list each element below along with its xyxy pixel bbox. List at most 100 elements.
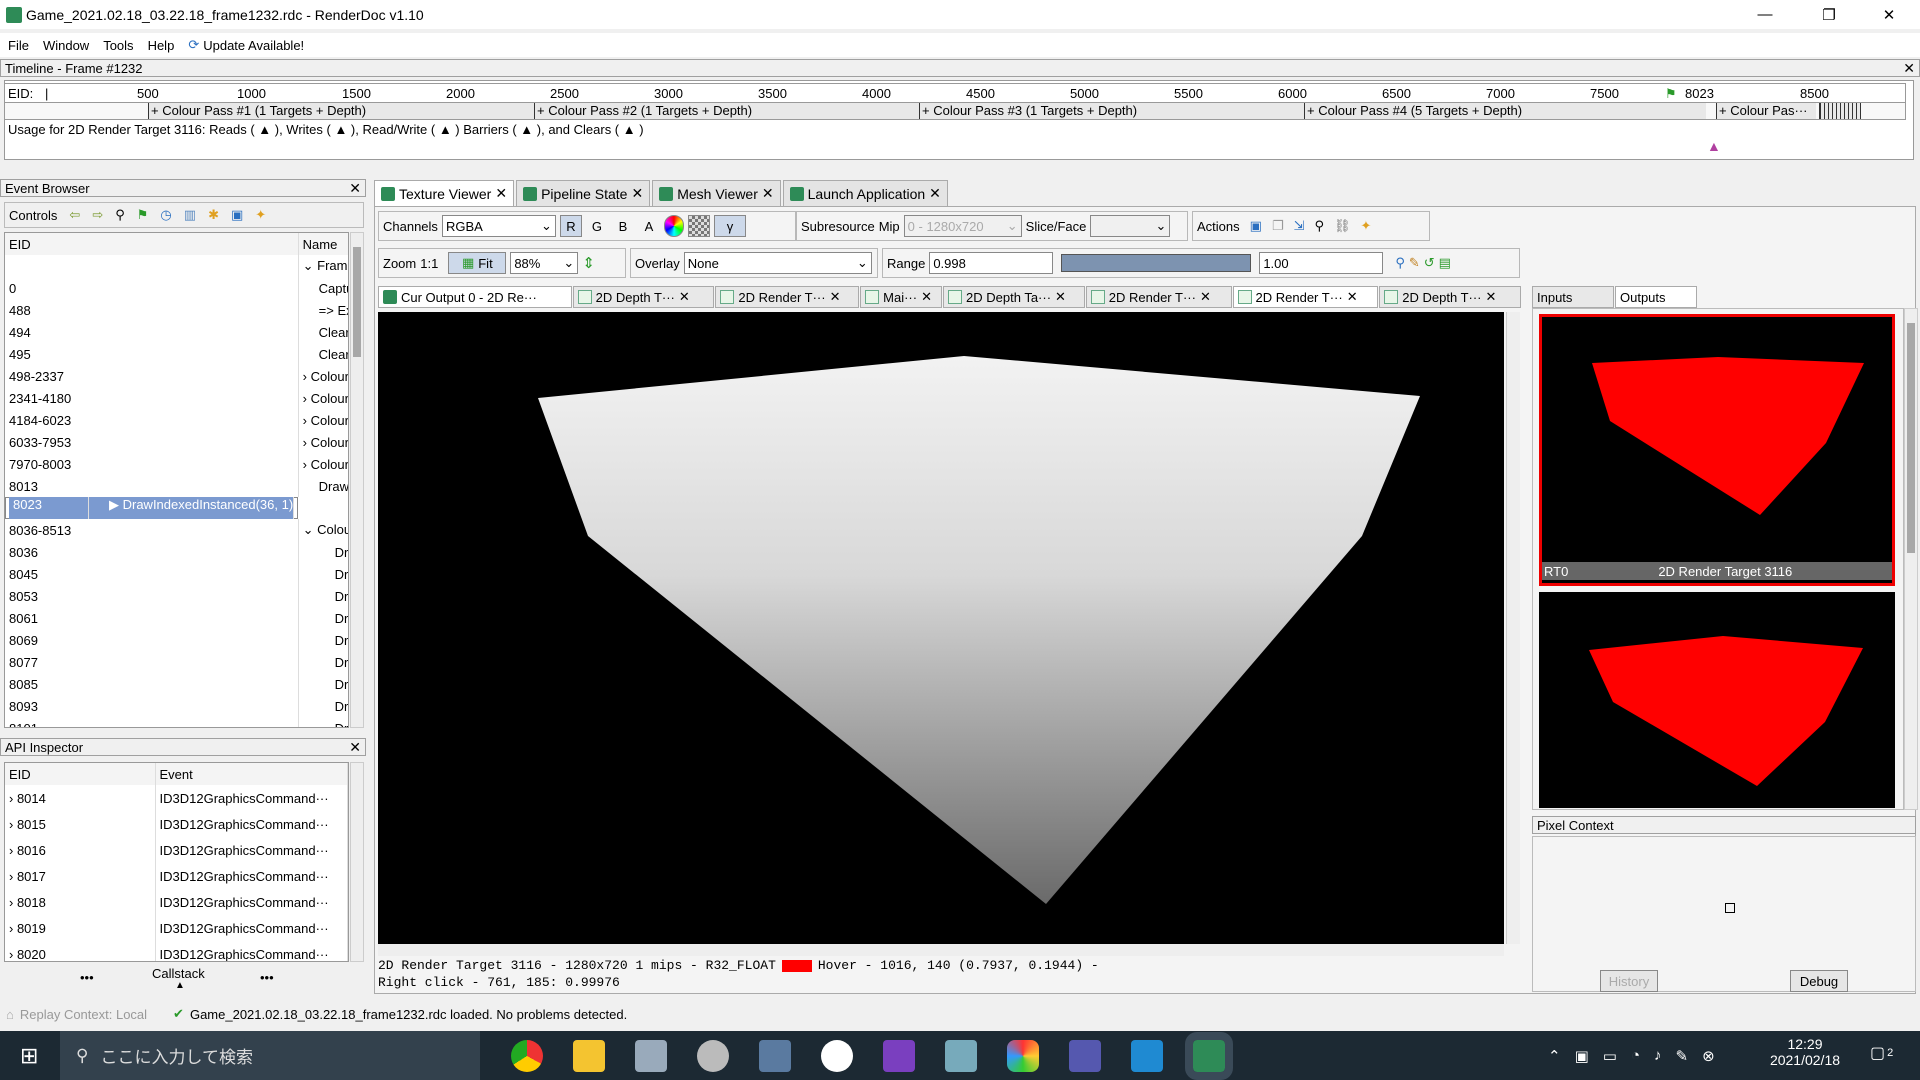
debug-button[interactable]: Debug bbox=[1790, 970, 1848, 992]
api-inspector-list[interactable]: EID Event › 8014 ID3D12GraphicsCommand··· ›… bbox=[4, 762, 349, 962]
api-row[interactable]: › 8019 ID3D12GraphicsCommand··· bbox=[5, 915, 348, 941]
teams-icon[interactable] bbox=[1069, 1039, 1101, 1072]
canvas-vscrollbar[interactable] bbox=[1506, 312, 1520, 944]
photos-icon[interactable] bbox=[635, 1039, 667, 1072]
event-row[interactable]: 8077DrawIndexedInstanced(4, 15) bbox=[5, 651, 348, 673]
channels-select[interactable]: RGBA ⌄ bbox=[441, 215, 556, 237]
api-row[interactable]: › 8020 ID3D12GraphicsCommand··· bbox=[5, 941, 348, 962]
api-inspector-close-icon[interactable]: ✕ bbox=[349, 739, 361, 756]
api-scrollbar[interactable] bbox=[350, 762, 364, 962]
subtab-main[interactable]: Mai··· ✕ bbox=[860, 286, 943, 308]
callstack-label[interactable]: Callstack bbox=[152, 966, 205, 981]
back-arrow-icon[interactable]: ⇦ bbox=[69, 207, 80, 223]
tab-close-icon[interactable]: ✕ bbox=[929, 185, 941, 202]
checkerboard-icon[interactable] bbox=[687, 215, 710, 237]
event-row[interactable]: 494ClearRenderTargetView(0.500000,··· bbox=[5, 321, 348, 343]
subtab-close-icon[interactable]: ✕ bbox=[1486, 289, 1497, 305]
chrome-icon[interactable] bbox=[511, 1039, 543, 1072]
event-row[interactable]: 6033-7953› Colour Pass #4 (5 Targets + D… bbox=[5, 431, 348, 453]
zoom-range-icon[interactable]: ⚲ bbox=[1395, 255, 1405, 271]
expand-chevron-icon[interactable]: › bbox=[9, 895, 17, 910]
timeline-pass[interactable]: + Colour Pas··· bbox=[1716, 103, 1816, 119]
expand-chevron-icon[interactable]: › bbox=[9, 947, 17, 962]
tab-inputs[interactable]: Inputs bbox=[1532, 286, 1614, 308]
api-row[interactable]: › 8014 ID3D12GraphicsCommand··· bbox=[5, 785, 348, 811]
subtab-depth[interactable]: 2D Depth T··· ✕ bbox=[572, 286, 715, 308]
unreal-icon[interactable] bbox=[821, 1039, 853, 1072]
dots-right[interactable]: ••• bbox=[260, 970, 274, 985]
tab-close-icon[interactable]: ✕ bbox=[762, 185, 774, 202]
event-row[interactable]: 8061DrawIndexedInstanced(4, 20) bbox=[5, 607, 348, 629]
range-histogram-slider[interactable] bbox=[1061, 254, 1252, 272]
dots-left[interactable]: ••• bbox=[80, 970, 94, 985]
event-tree[interactable]: EIDName ⌄ Frame #12320Capture Start488=>… bbox=[4, 232, 349, 728]
mip-select[interactable]: 0 - 1280x720 ⌄ bbox=[903, 215, 1022, 237]
subtab-close-icon[interactable]: ✕ bbox=[1055, 289, 1066, 305]
reset-range-icon[interactable]: ↺ bbox=[1424, 255, 1435, 271]
zoom-ratio[interactable]: 1:1 bbox=[420, 256, 438, 271]
color-wheel-icon[interactable] bbox=[663, 215, 684, 237]
clock[interactable]: 12:29 2021/02/18 bbox=[1760, 1036, 1850, 1068]
notes-icon[interactable] bbox=[945, 1039, 977, 1072]
subtab-close-icon[interactable]: ✕ bbox=[830, 289, 841, 305]
subtab-depth[interactable]: 2D Depth Ta··· ✕ bbox=[943, 286, 1085, 308]
timeline-close-icon[interactable]: ✕ bbox=[1903, 60, 1915, 77]
event-browser-close-icon[interactable]: ✕ bbox=[349, 180, 361, 197]
subtab-close-icon[interactable]: ✕ bbox=[1347, 289, 1358, 305]
channel-a-toggle[interactable]: A bbox=[638, 215, 660, 237]
scrollbar-thumb[interactable] bbox=[353, 247, 361, 357]
menu-file[interactable]: File bbox=[8, 38, 29, 53]
menu-tools[interactable]: Tools bbox=[103, 38, 133, 53]
histogram-icon[interactable]: ▤ bbox=[1439, 255, 1451, 271]
calculator-icon[interactable] bbox=[759, 1039, 791, 1072]
event-row[interactable]: 498-2337› Colour Pass #1 (1 Targets + De… bbox=[5, 365, 348, 387]
network-icon[interactable]: ◔ bbox=[1631, 1047, 1640, 1064]
event-row[interactable]: 0Capture Start bbox=[5, 277, 348, 299]
event-row[interactable]: 8023 ▶ DrawIndexedInstanced(36, 1) bbox=[5, 497, 299, 519]
forward-arrow-icon[interactable]: ⇨ bbox=[92, 207, 103, 223]
tray-chevron-up-icon[interactable]: ⌃ bbox=[1548, 1047, 1561, 1065]
subtab-cur-output[interactable]: Cur Output 0 - 2D Re··· bbox=[378, 286, 572, 308]
tab-close-icon[interactable]: ✕ bbox=[631, 185, 643, 202]
link-icon[interactable]: ⛓ bbox=[1334, 218, 1351, 234]
expand-chevron-icon[interactable]: › bbox=[9, 843, 17, 858]
api-row[interactable]: › 8018 ID3D12GraphicsCommand··· bbox=[5, 889, 348, 915]
event-row[interactable]: 495ClearDepthStencilView(1.000000, 0) bbox=[5, 343, 348, 365]
fit-button[interactable]: ▦ Fit bbox=[448, 252, 507, 274]
disc-icon[interactable] bbox=[697, 1039, 729, 1072]
menu-update[interactable]: Update Available! bbox=[203, 38, 304, 53]
expand-chevron-icon[interactable]: › bbox=[9, 921, 17, 936]
event-row[interactable]: 8069DrawIndexedInstanced(4, 19) bbox=[5, 629, 348, 651]
gamma-toggle[interactable]: γ bbox=[713, 215, 746, 237]
restore-button[interactable]: ❐ bbox=[1806, 0, 1852, 29]
volume-icon[interactable]: ♪ bbox=[1654, 1047, 1662, 1064]
history-button[interactable]: History bbox=[1600, 970, 1658, 992]
flag-icon[interactable]: ⚑ bbox=[137, 207, 149, 223]
visual-studio-icon[interactable] bbox=[883, 1039, 915, 1072]
col-event[interactable]: Event bbox=[155, 763, 348, 785]
clock-icon[interactable]: ◷ bbox=[160, 207, 171, 223]
subtab-close-icon[interactable]: ✕ bbox=[1200, 289, 1211, 305]
notification-center[interactable]: ▢ 2 bbox=[1870, 1043, 1893, 1063]
tab-close-icon[interactable]: ✕ bbox=[495, 185, 507, 202]
event-row[interactable]: 8045DrawIndexedInstanced(4, 17) bbox=[5, 563, 348, 585]
event-row[interactable]: 8036DrawIndexedInstanced(4, 1) bbox=[5, 541, 348, 563]
event-row[interactable]: 8085DrawIndexedInstanced(4, 19) bbox=[5, 673, 348, 695]
chart-icon[interactable]: ▥ bbox=[184, 207, 196, 223]
pen-icon[interactable]: ✎ bbox=[1676, 1047, 1689, 1065]
channel-r-toggle[interactable]: R bbox=[559, 215, 582, 237]
binoculars-icon[interactable]: ⚲ bbox=[1315, 218, 1325, 234]
explorer-icon[interactable] bbox=[573, 1039, 605, 1072]
col-eid[interactable]: EID bbox=[5, 233, 299, 255]
tab-launch-application[interactable]: Launch Application ✕ bbox=[782, 180, 948, 206]
menu-help[interactable]: Help bbox=[148, 38, 175, 53]
event-row[interactable]: 7970-8003› Colour Pass #5 (1 Targets + D… bbox=[5, 453, 348, 475]
subtab-depth[interactable]: 2D Depth T··· ✕ bbox=[1379, 286, 1522, 308]
texture-canvas[interactable] bbox=[378, 312, 1504, 944]
autofit-icon[interactable]: ✎ bbox=[1409, 255, 1420, 271]
paint-icon[interactable] bbox=[1007, 1039, 1039, 1072]
tab-texture-viewer[interactable]: Texture Viewer ✕ bbox=[374, 180, 515, 206]
event-row[interactable]: 4184-6023› Colour Pass #3 (1 Targets + D… bbox=[5, 409, 348, 431]
zoom-select[interactable]: 88% ⌄ bbox=[510, 252, 579, 274]
binoculars-icon[interactable]: ⚲ bbox=[115, 207, 125, 223]
